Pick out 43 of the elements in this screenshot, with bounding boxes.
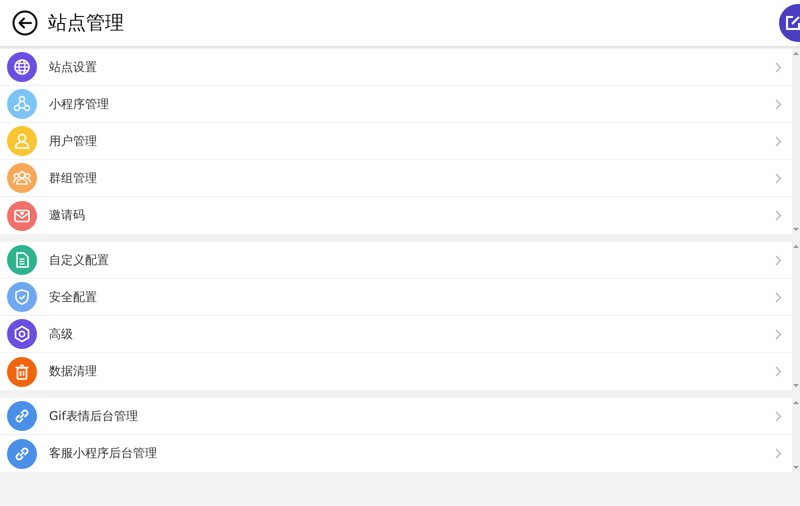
scrollbar[interactable] xyxy=(792,49,800,234)
scroll-down-icon[interactable] xyxy=(793,228,799,232)
chevron-icon xyxy=(775,172,782,184)
back-icon[interactable] xyxy=(12,10,38,36)
chevron-icon xyxy=(775,292,782,302)
chevron-icon xyxy=(775,136,782,146)
menu-item[interactable]: 安全配置 xyxy=(0,279,792,316)
menu-label: 小程序管理 xyxy=(49,96,110,112)
menu-label: 群组管理 xyxy=(49,170,98,186)
menu-item[interactable]: 自定义配置 xyxy=(0,242,792,279)
menu-label: 站点设置 xyxy=(49,58,98,76)
menu-item[interactable]: 邀请码 xyxy=(0,197,792,234)
menu-label: 邀请码 xyxy=(49,207,86,224)
menu-item[interactable]: 群组管理 xyxy=(0,160,792,197)
menu-item[interactable]: Gif表情后台管理 xyxy=(0,398,792,435)
menu-item[interactable]: 小程序管理 xyxy=(0,86,792,123)
menu-label: 高级 xyxy=(49,326,74,342)
menu-label: 客服小程序后台管理 xyxy=(49,445,158,462)
menu-label: 安全配置 xyxy=(49,288,98,306)
menu-item[interactable]: 数据清理 xyxy=(0,353,792,390)
menu-label: 自定义配置 xyxy=(49,252,110,268)
menu-item[interactable]: 客服小程序后台管理 xyxy=(0,435,792,472)
menu-item[interactable]: 用户管理 xyxy=(0,123,792,160)
scroll-down-icon[interactable] xyxy=(793,466,799,470)
chevron-icon xyxy=(775,210,782,221)
chevron-icon xyxy=(775,366,782,377)
menu-label: 用户管理 xyxy=(49,132,98,150)
page-title: 站点管理 xyxy=(48,11,124,36)
scroll-up-icon[interactable] xyxy=(793,244,799,248)
menu-item[interactable]: 高级 xyxy=(0,316,792,353)
scroll-down-icon[interactable] xyxy=(793,384,799,388)
menu-label: 数据清理 xyxy=(49,363,98,380)
chevron-icon xyxy=(775,98,782,110)
chevron-icon xyxy=(775,410,782,422)
menu-item[interactable]: 站点设置 xyxy=(0,49,792,86)
chevron-icon xyxy=(775,62,782,72)
chevron-icon xyxy=(775,448,782,459)
scroll-up-icon[interactable] xyxy=(793,400,799,404)
chevron-icon xyxy=(775,328,782,340)
chevron-icon xyxy=(775,254,782,266)
menu-label: Gif表情后台管理 xyxy=(49,408,139,424)
scroll-up-icon[interactable] xyxy=(793,51,799,55)
edit-icon xyxy=(785,15,800,31)
